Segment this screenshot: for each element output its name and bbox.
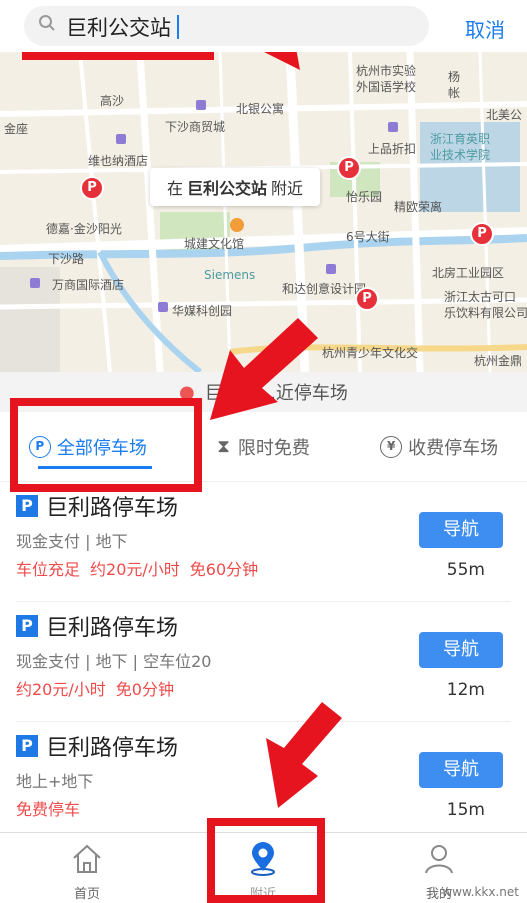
app-screen: 巨利公交站 取消 金座 高沙 北银公寓 下沙商贸城 维也纳酒店 德嘉·金沙阳光 … bbox=[0, 0, 527, 903]
text-cursor bbox=[177, 15, 179, 39]
annotation-box bbox=[10, 398, 202, 492]
hourglass-icon: ⧗ bbox=[217, 436, 230, 457]
map-label: 杨 bbox=[448, 70, 461, 84]
parking-tags: 车位充足 约20元/小时 免60分钟 bbox=[16, 556, 268, 580]
search-query[interactable]: 巨利公交站 bbox=[66, 12, 179, 42]
location-strip-text: 巨利新...近停车场 bbox=[204, 383, 348, 404]
annotation-box bbox=[207, 818, 325, 903]
map-label: 下沙商贸城 bbox=[165, 120, 226, 134]
watermark: www.kkx.net bbox=[442, 885, 519, 899]
search-icon bbox=[39, 15, 55, 31]
map-label: 城建文化馆 bbox=[184, 237, 245, 251]
list-item[interactable]: P 巨利路停车场 地上+地下 免费停车 导航 15m bbox=[16, 722, 511, 832]
parking-name-text: 巨利路停车场 bbox=[46, 736, 179, 761]
yuan-icon: ¥ bbox=[380, 435, 403, 458]
distance: 55m bbox=[446, 560, 485, 580]
parking-tag: 免60分钟 bbox=[189, 560, 259, 579]
map-view[interactable]: 金座 高沙 北银公寓 下沙商贸城 维也纳酒店 德嘉·金沙阳光 下沙路 万商国际酒… bbox=[0, 52, 527, 372]
cancel-button[interactable]: 取消 bbox=[465, 14, 505, 43]
map-label: 浙江育英职 bbox=[430, 132, 491, 146]
parking-marker[interactable]: P bbox=[355, 287, 379, 311]
map-label: 6号大街 bbox=[346, 230, 390, 244]
map-label: 乐饮料有限公司 bbox=[444, 306, 527, 320]
map-label: 万商国际酒店 bbox=[52, 278, 125, 292]
map-label: 外国语学校 bbox=[356, 80, 417, 94]
map-label: 维也纳酒店 bbox=[88, 154, 149, 168]
parking-tags: 约20元/小时 免0分钟 bbox=[16, 676, 184, 700]
map-label: 和达创意设计园 bbox=[282, 282, 367, 296]
parking-name-text: 巨利路停车场 bbox=[46, 616, 179, 641]
map-label: 金座 bbox=[4, 122, 29, 136]
poi-marker bbox=[158, 302, 168, 312]
center-location-pin bbox=[230, 218, 244, 232]
list-item[interactable]: P 巨利路停车场 现金支付 | 地下 | 空车位20 约20元/小时 免0分钟 导航… bbox=[16, 602, 511, 722]
map-label: 精欧荣离 bbox=[394, 200, 443, 214]
parking-tag: 约20元/小时 bbox=[16, 680, 106, 699]
map-label: Siemens bbox=[204, 268, 256, 282]
nav-label: 首页 bbox=[73, 887, 100, 902]
map-label: 浙江太古可口 bbox=[444, 290, 517, 304]
distance: 12m bbox=[446, 680, 485, 700]
parking-icon: P bbox=[16, 735, 38, 757]
parking-marker[interactable]: P bbox=[80, 176, 104, 200]
map-label: 业技术学院 bbox=[430, 148, 491, 162]
near-place-bubble[interactable]: 在 巨利公交站 附近 bbox=[150, 168, 320, 206]
map-label: 德嘉·金沙阳光 bbox=[46, 222, 122, 236]
map-label: 下沙路 bbox=[48, 252, 85, 266]
poi-marker bbox=[326, 264, 336, 274]
map-label: 上品折扣 bbox=[368, 142, 417, 156]
parking-tags: 免费停车 bbox=[16, 796, 90, 820]
parking-tag: 约20元/小时 bbox=[90, 560, 180, 579]
map-label: 北房工业园区 bbox=[432, 266, 505, 280]
poi-marker bbox=[196, 100, 206, 110]
parking-icon: P bbox=[16, 495, 38, 517]
map-label: 杭州市实验 bbox=[356, 64, 417, 78]
parking-info: 现金支付 | 地下 | 空车位20 bbox=[16, 652, 212, 671]
parking-info: 地上+地下 bbox=[16, 772, 94, 791]
navigate-button[interactable]: 导航 bbox=[419, 752, 503, 788]
map-label: 怡乐园 bbox=[346, 190, 383, 204]
nav-home[interactable]: 首页 bbox=[42, 841, 132, 902]
map-label: 杭州金鼎 bbox=[474, 354, 523, 368]
list-item[interactable]: P 巨利路停车场 现金支付 | 地下 车位充足 约20元/小时 免60分钟 导航 55… bbox=[16, 482, 511, 602]
search-bar: 巨利公交站 取消 bbox=[0, 0, 527, 52]
near-prefix: 在 bbox=[166, 179, 183, 198]
parking-marker[interactable]: P bbox=[337, 156, 361, 180]
tab-paid-parking[interactable]: ¥ 收费停车场 bbox=[351, 412, 527, 481]
tab-label: 限时免费 bbox=[237, 437, 310, 459]
parking-name: P 巨利路停车场 bbox=[16, 730, 178, 762]
map-label: 高沙 bbox=[100, 94, 125, 108]
parking-name: P 巨利路停车场 bbox=[16, 610, 178, 642]
parking-marker[interactable]: P bbox=[470, 222, 494, 246]
parking-info: 现金支付 | 地下 bbox=[16, 532, 128, 551]
parking-list: P 巨利路停车场 现金支付 | 地下 车位充足 约20元/小时 免60分钟 导航 55… bbox=[0, 482, 527, 832]
parking-icon: P bbox=[16, 615, 38, 637]
parking-name-text: 巨利路停车场 bbox=[46, 496, 179, 521]
parking-tag: 免0分钟 bbox=[115, 680, 174, 699]
tab-label: 收费停车场 bbox=[408, 437, 499, 459]
near-place-name: 巨利公交站 bbox=[186, 179, 267, 198]
near-suffix: 附近 bbox=[271, 179, 304, 198]
map-label: 北银公寓 bbox=[236, 102, 285, 116]
tab-limited-free[interactable]: ⧗ 限时免费 bbox=[176, 412, 352, 481]
distance: 15m bbox=[446, 800, 485, 820]
map-label: 北美公 bbox=[486, 108, 523, 122]
poi-marker bbox=[388, 122, 398, 132]
poi-marker bbox=[116, 134, 126, 144]
map-label: 杭州青少年文化交 bbox=[322, 346, 419, 360]
parking-name: P 巨利路停车场 bbox=[16, 490, 178, 522]
navigate-button[interactable]: 导航 bbox=[419, 512, 503, 548]
parking-tag: 免费停车 bbox=[16, 800, 81, 819]
map-label: 帐 bbox=[448, 86, 461, 100]
home-icon bbox=[73, 844, 101, 873]
user-icon bbox=[425, 845, 453, 874]
poi-marker bbox=[30, 278, 40, 288]
parking-tag: 车位充足 bbox=[16, 560, 81, 579]
map-label: 华媒科创园 bbox=[172, 304, 233, 318]
navigate-button[interactable]: 导航 bbox=[419, 632, 503, 668]
